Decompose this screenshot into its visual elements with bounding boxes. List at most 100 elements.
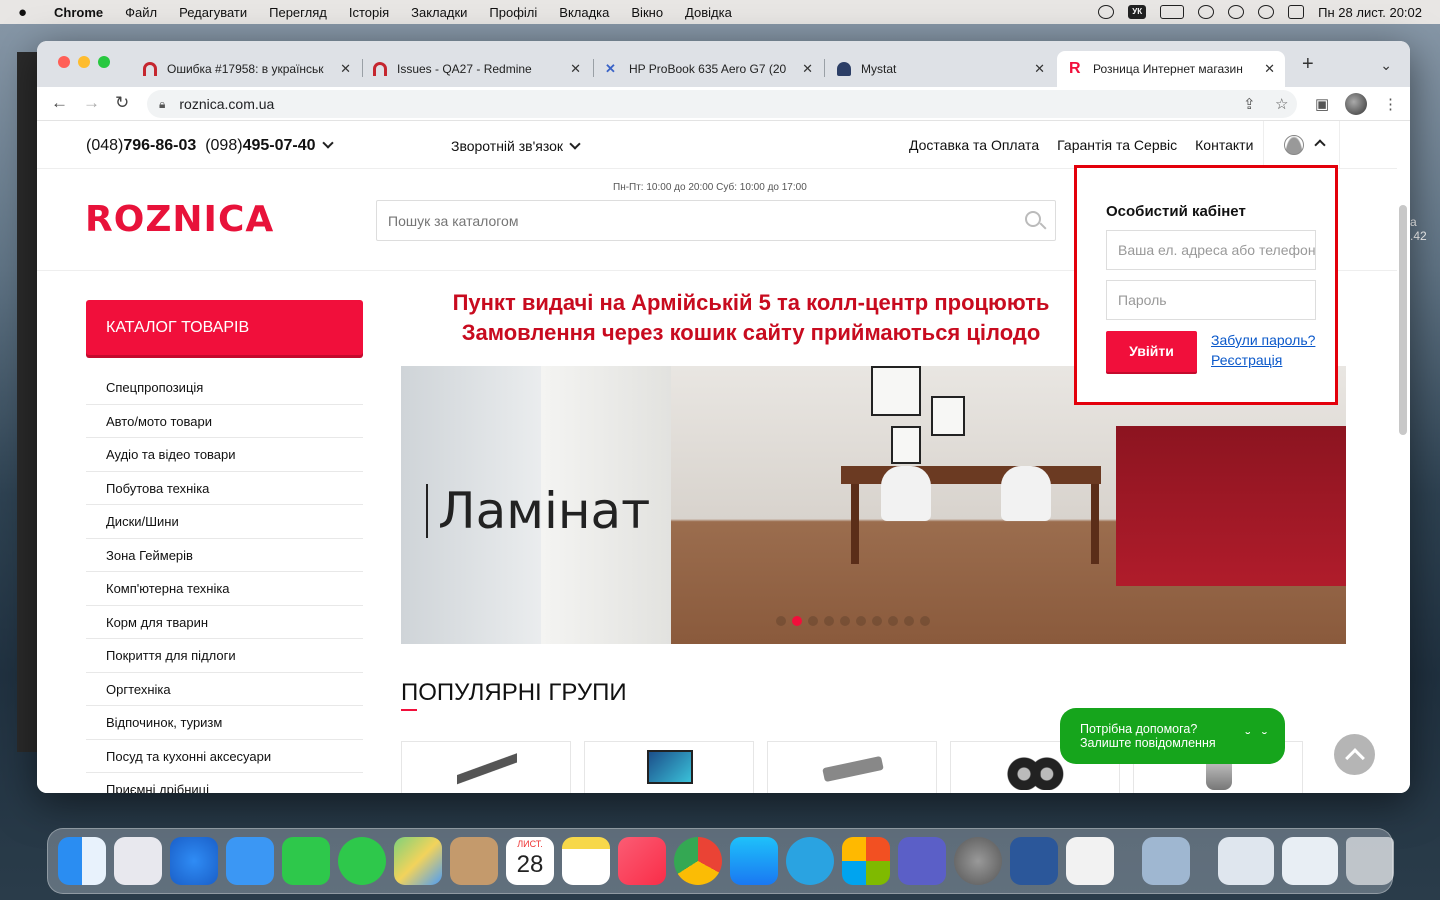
chevron-down-icon[interactable] bbox=[321, 137, 334, 149]
mail-icon[interactable] bbox=[226, 837, 274, 885]
launchpad-icon[interactable] bbox=[114, 837, 162, 885]
keyboard-layout-icon[interactable]: УК bbox=[1128, 5, 1147, 19]
share-icon[interactable]: ⇪ bbox=[1243, 95, 1256, 113]
search-icon[interactable] bbox=[1025, 211, 1041, 227]
office-grid-icon[interactable] bbox=[842, 837, 890, 885]
scroll-to-top-button[interactable] bbox=[1334, 734, 1375, 775]
menu-app-name[interactable]: Chrome bbox=[54, 5, 103, 20]
notes-icon[interactable] bbox=[562, 837, 610, 885]
close-icon[interactable]: ✕ bbox=[340, 61, 351, 77]
account-button[interactable] bbox=[1263, 121, 1340, 169]
link-delivery[interactable]: Доставка та Оплата bbox=[909, 137, 1039, 153]
window-thumbnail-2[interactable] bbox=[1282, 837, 1338, 885]
page-scrollbar[interactable] bbox=[1399, 205, 1407, 435]
password-field[interactable]: Пароль bbox=[1106, 280, 1316, 320]
category-item[interactable]: Спецпропозиція bbox=[86, 371, 363, 405]
music-icon[interactable] bbox=[618, 837, 666, 885]
address-bar[interactable]: 🔒︎ roznica.com.ua bbox=[147, 90, 1297, 118]
system-settings-icon[interactable] bbox=[954, 837, 1002, 885]
catalog-button[interactable]: КАТАЛОГ ТОВАРІВ bbox=[86, 300, 363, 355]
phone-numbers[interactable]: (048)796-86-03 (098)495-07-40 bbox=[86, 137, 334, 155]
link-warranty[interactable]: Гарантія та Сервіс bbox=[1057, 137, 1177, 153]
feedback-dropdown[interactable]: Зворотній зв'язок bbox=[451, 138, 581, 154]
menu-help[interactable]: Довідка bbox=[685, 5, 732, 20]
close-icon[interactable]: ✕ bbox=[570, 61, 581, 77]
trash-icon[interactable] bbox=[1346, 837, 1394, 885]
category-item[interactable]: Комп'ютерна техніка bbox=[86, 572, 363, 606]
link-icon[interactable] bbox=[1198, 5, 1215, 19]
spotlight-search-icon[interactable] bbox=[1258, 5, 1275, 19]
user-icon[interactable] bbox=[1228, 5, 1245, 19]
teams-icon[interactable] bbox=[898, 837, 946, 885]
category-item[interactable]: Оргтехніка bbox=[86, 673, 363, 706]
close-window-button[interactable] bbox=[58, 56, 70, 68]
finder-icon[interactable] bbox=[58, 837, 106, 885]
email-field[interactable]: Ваша ел. адреса або телефон bbox=[1106, 230, 1316, 270]
category-item[interactable]: Покриття для підлоги bbox=[86, 639, 363, 673]
menu-bookmarks[interactable]: Закладки bbox=[411, 5, 467, 20]
back-icon[interactable]: ← bbox=[51, 93, 68, 113]
group-card[interactable] bbox=[584, 741, 754, 793]
forward-icon[interactable]: → bbox=[83, 93, 100, 113]
tab-roznica[interactable]: R Розница Интернет магазин ✕ bbox=[1057, 51, 1285, 87]
messages-icon[interactable] bbox=[338, 837, 386, 885]
new-tab-button[interactable]: + bbox=[1302, 53, 1314, 76]
maximize-window-button[interactable] bbox=[98, 56, 110, 68]
sidebar-icon[interactable]: ▣ bbox=[1315, 95, 1329, 113]
url-text[interactable]: roznica.com.ua bbox=[179, 96, 274, 112]
tab-mystat[interactable]: Mystat ✕ bbox=[827, 51, 1055, 87]
category-item[interactable]: Зона Геймерів bbox=[86, 539, 363, 572]
minimize-window-button[interactable] bbox=[78, 56, 90, 68]
menu-tab[interactable]: Вкладка bbox=[559, 5, 609, 20]
menu-file[interactable]: Файл bbox=[125, 5, 157, 20]
site-logo[interactable]: ROZNICA bbox=[85, 199, 274, 240]
menu-profiles[interactable]: Профілі bbox=[489, 5, 537, 20]
menu-history[interactable]: Історія bbox=[349, 5, 389, 20]
chrome-icon[interactable] bbox=[674, 837, 722, 885]
category-item[interactable]: Приємні дрібниці bbox=[86, 773, 363, 793]
clock[interactable]: Пн 28 лист. 20:02 bbox=[1318, 5, 1422, 20]
word-icon[interactable] bbox=[1010, 837, 1058, 885]
maps-icon[interactable] bbox=[394, 837, 442, 885]
battery-icon[interactable] bbox=[1160, 5, 1185, 19]
menu-view[interactable]: Перегляд bbox=[269, 5, 327, 20]
tab-search-chevron-icon[interactable]: ⌄ bbox=[1380, 57, 1392, 74]
window-thumbnail-1[interactable] bbox=[1218, 837, 1274, 885]
close-icon[interactable]: ✕ bbox=[802, 61, 813, 77]
telegram-icon[interactable] bbox=[786, 837, 834, 885]
group-card[interactable] bbox=[767, 741, 937, 793]
facetime-icon[interactable] bbox=[282, 837, 330, 885]
close-icon[interactable]: ✕ bbox=[1034, 61, 1045, 77]
login-button[interactable]: Увійти bbox=[1106, 331, 1197, 372]
category-item[interactable]: Аудіо та відео товари bbox=[86, 438, 363, 472]
profile-avatar[interactable] bbox=[1345, 93, 1367, 115]
more-menu-icon[interactable]: ⋮ bbox=[1383, 95, 1398, 113]
search-input[interactable] bbox=[377, 201, 977, 240]
menu-window[interactable]: Вікно bbox=[631, 5, 663, 20]
control-center-icon[interactable] bbox=[1288, 5, 1305, 19]
category-item[interactable]: Корм для тварин bbox=[86, 606, 363, 639]
apple-icon[interactable]: ● bbox=[18, 4, 34, 21]
category-item[interactable]: Авто/мото товари bbox=[86, 405, 363, 438]
safari-icon[interactable] bbox=[170, 837, 218, 885]
category-item[interactable]: Посуд та кухонні аксесуари bbox=[86, 740, 363, 773]
calendar-icon[interactable]: ЛИСТ. 28 bbox=[506, 837, 554, 885]
contacts-icon[interactable] bbox=[450, 837, 498, 885]
forgot-password-link[interactable]: Забули пароль? bbox=[1211, 332, 1315, 348]
menu-edit[interactable]: Редагувати bbox=[179, 5, 247, 20]
tab-redmine-issues[interactable]: Issues - QA27 - Redmine ✕ bbox=[363, 51, 591, 87]
tab-redmine-bug[interactable]: Ошибка #17958: в українськ ✕ bbox=[133, 51, 361, 87]
app-store-icon[interactable] bbox=[730, 837, 778, 885]
help-chat-widget[interactable]: Потрібна допомога? Залиште повідомлення … bbox=[1060, 708, 1285, 764]
close-icon[interactable]: ✕ bbox=[1264, 61, 1275, 77]
register-link[interactable]: Реєстрація bbox=[1211, 352, 1282, 368]
category-item[interactable]: Відпочинок, туризм bbox=[86, 706, 363, 740]
category-item[interactable]: Диски/Шини bbox=[86, 505, 363, 539]
link-contacts[interactable]: Контакти bbox=[1195, 137, 1253, 153]
tab-hp-probook[interactable]: ✕ HP ProBook 635 Aero G7 (20 ✕ bbox=[595, 51, 823, 87]
lock-icon[interactable]: 🔒︎ bbox=[159, 97, 165, 112]
reload-icon[interactable]: ↻ bbox=[115, 93, 129, 113]
textedit-icon[interactable] bbox=[1066, 837, 1114, 885]
hero-banner[interactable]: Ламінат bbox=[401, 366, 1346, 644]
preview-icon[interactable] bbox=[1142, 837, 1190, 885]
